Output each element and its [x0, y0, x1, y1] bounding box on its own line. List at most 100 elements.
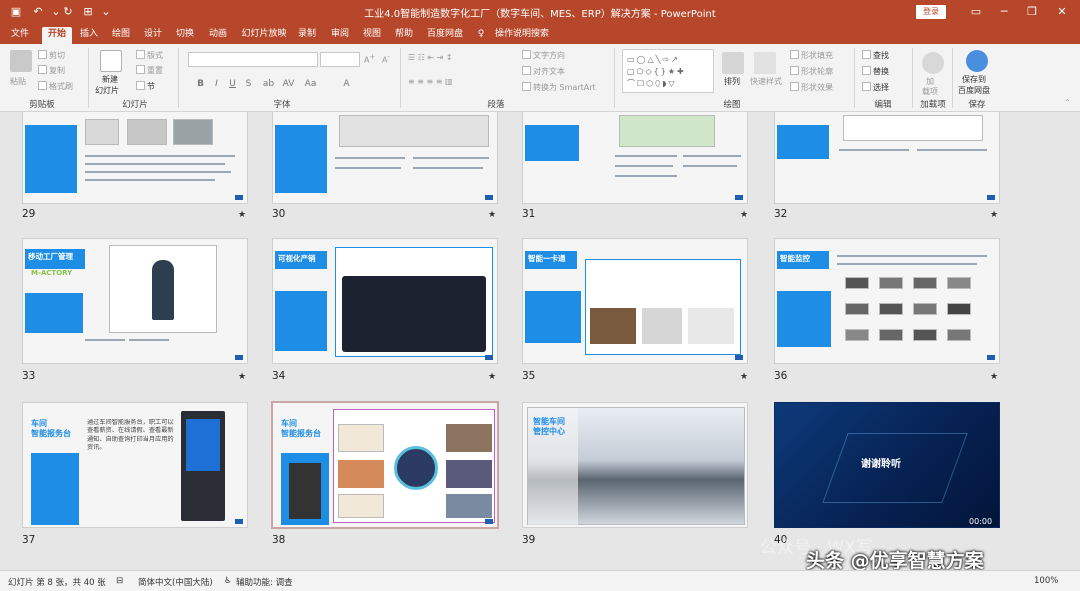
baidu-cloud-icon[interactable]	[966, 50, 988, 72]
decrease-font-icon[interactable]: A-	[382, 53, 390, 65]
accessibility-status[interactable]: 辅助功能: 调查	[236, 576, 293, 588]
slide-sorter[interactable]: 29 ★ 30 ★ 31 ★ 32 ★ 移动工厂管理 M-ACTORY 可视化产…	[0, 112, 1080, 570]
quick-styles-button[interactable]: 快速样式	[750, 76, 782, 87]
animation-star-icon[interactable]: ★	[488, 210, 496, 220]
tab-animations[interactable]: 动画	[204, 27, 232, 44]
find-button[interactable]: 查找	[862, 50, 889, 61]
new-slide-label[interactable]: 幻灯片	[95, 85, 119, 96]
zoom-level[interactable]: 100%	[1034, 576, 1058, 586]
save-to-button[interactable]: 保存到	[962, 74, 986, 85]
slide-thumbnail-30[interactable]	[272, 112, 498, 204]
section-button[interactable]: 节	[136, 81, 155, 92]
save-icon[interactable]: ▣	[8, 4, 24, 20]
shape-fill-button[interactable]: 形状填充	[790, 50, 833, 61]
char-spacing-icon[interactable]: AV	[282, 77, 295, 91]
tab-baidu-netdisk[interactable]: 百度网盘	[424, 27, 466, 44]
animation-star-icon[interactable]: ★	[488, 372, 496, 382]
format-painter-button[interactable]: 格式刷	[38, 81, 73, 92]
collapse-ribbon-icon[interactable]: ⌃	[1064, 98, 1071, 107]
slide-thumbnail-37[interactable]: 车间 智能报务台 通过车间智能服务台，职工可以查看薪资、在线请假、查看最新通知、…	[22, 402, 248, 528]
tab-design[interactable]: 设计	[140, 27, 166, 44]
slide-thumbnail-32[interactable]	[774, 112, 1000, 204]
quick-styles-icon[interactable]	[754, 52, 776, 74]
copy-button[interactable]: 复制	[38, 65, 65, 76]
select-button[interactable]: 选择	[862, 82, 889, 93]
slide-text-line	[683, 155, 741, 157]
smartart-button[interactable]: 转换为 SmartArt	[522, 82, 596, 93]
shadow-button[interactable]: S	[242, 77, 255, 91]
slide-thumbnail-29[interactable]	[22, 112, 248, 204]
arrange-icon[interactable]	[722, 52, 744, 74]
animation-star-icon[interactable]: ★	[740, 210, 748, 220]
animation-star-icon[interactable]: ★	[238, 210, 246, 220]
shape-effects-button[interactable]: 形状效果	[790, 82, 833, 93]
slide-thumbnail-40[interactable]: 谢谢聆听 00:00	[774, 402, 1000, 528]
addins-icon[interactable]	[922, 52, 944, 74]
tell-me-search[interactable]: 操作说明搜索	[492, 27, 552, 44]
customize-quick-access-icon[interactable]: ⌄	[98, 4, 114, 20]
close-button[interactable]: ✕	[1050, 3, 1074, 21]
tab-slideshow[interactable]: 幻灯片放映	[238, 27, 290, 44]
layout-button[interactable]: 版式	[136, 50, 163, 61]
save-to-baidu-label[interactable]: 百度网盘	[958, 85, 990, 96]
redo-icon[interactable]: ↻	[60, 4, 76, 20]
slide-thumbnail-35[interactable]: 智能一卡通	[522, 238, 748, 364]
slide-thumbnail-31[interactable]	[522, 112, 748, 204]
shapes-gallery[interactable]: ▭◯△╲⇨↗ ▢⬠◇{}★✚ ⌒☐⬡⬯◗▽	[622, 49, 714, 93]
ribbon-display-icon[interactable]: ▭	[964, 3, 988, 21]
font-size-combo[interactable]	[320, 52, 360, 67]
new-slide-icon[interactable]	[100, 50, 122, 72]
reset-button[interactable]: 重置	[136, 65, 163, 76]
tab-file[interactable]: 文件	[6, 27, 34, 44]
tab-help[interactable]: 帮助	[390, 27, 418, 44]
maximize-button[interactable]: ❐	[1020, 3, 1044, 21]
paste-button[interactable]: 粘贴	[10, 76, 26, 87]
alignment-icons[interactable]: ≡ ≡ ≡ ≡ ▥	[408, 77, 453, 86]
addins-button-label[interactable]: 载项	[922, 86, 938, 97]
slide-text-line	[837, 263, 977, 265]
slide-thumbnail-39[interactable]: 智能车间 管控中心 智能车间 管控中心	[522, 402, 748, 528]
slide-thumbnail-33[interactable]: 移动工厂管理 M-ACTORY	[22, 238, 248, 364]
tab-insert[interactable]: 插入	[76, 27, 102, 44]
slide-thumbnail-38[interactable]: 车间 智能报务台	[271, 401, 499, 529]
arrange-button[interactable]: 排列	[724, 76, 740, 87]
cut-button[interactable]: 剪切	[38, 50, 65, 61]
increase-font-icon[interactable]: A+	[364, 53, 375, 65]
replace-button[interactable]: 替换	[862, 66, 889, 77]
format-painter-icon[interactable]: ⊞	[80, 4, 96, 20]
change-case-icon[interactable]: Aa	[304, 77, 317, 91]
slide-picture	[173, 119, 213, 145]
tab-review[interactable]: 审阅	[326, 27, 354, 44]
tab-view[interactable]: 视图	[358, 27, 386, 44]
login-button[interactable]: 登录	[916, 5, 946, 19]
timecode: 00:00	[969, 517, 993, 526]
new-slide-button[interactable]: 新建	[102, 74, 118, 85]
tab-record[interactable]: 录制	[294, 27, 320, 44]
slide-thumbnail-34[interactable]: 可视化产销	[272, 238, 498, 364]
slide-text-line	[85, 339, 125, 341]
slide-thumbnail-36[interactable]: 智能监控	[774, 238, 1000, 364]
tab-draw[interactable]: 绘图	[108, 27, 134, 44]
italic-button[interactable]: I	[210, 77, 223, 91]
language-status[interactable]: 简体中文(中国大陆)	[138, 576, 213, 588]
bold-button[interactable]: B	[194, 77, 207, 91]
accessibility-icon[interactable]: ♿	[224, 576, 232, 586]
animation-star-icon[interactable]: ★	[990, 210, 998, 220]
underline-button[interactable]: U	[226, 77, 239, 91]
spelling-icon[interactable]: ⊟	[116, 576, 123, 586]
strikethrough-icon[interactable]: ab	[262, 77, 275, 91]
font-color-button[interactable]: A	[340, 77, 353, 91]
bullets-icon[interactable]: ☰ ☷ ⇤ ⇥ ↕	[408, 53, 453, 62]
shape-outline-button[interactable]: 形状轮廓	[790, 66, 833, 77]
minimize-button[interactable]: ─	[992, 3, 1016, 21]
animation-star-icon[interactable]: ★	[990, 372, 998, 382]
animation-star-icon[interactable]: ★	[740, 372, 748, 382]
align-text-button[interactable]: 对齐文本	[522, 66, 565, 77]
font-family-combo[interactable]	[188, 52, 318, 67]
animation-star-icon[interactable]: ★	[238, 372, 246, 382]
tab-home[interactable]: 开始	[42, 27, 72, 44]
text-direction-button[interactable]: 文字方向	[522, 50, 565, 61]
undo-icon[interactable]: ↶	[30, 4, 46, 20]
paste-icon[interactable]	[10, 50, 32, 72]
tab-transitions[interactable]: 切换	[172, 27, 198, 44]
